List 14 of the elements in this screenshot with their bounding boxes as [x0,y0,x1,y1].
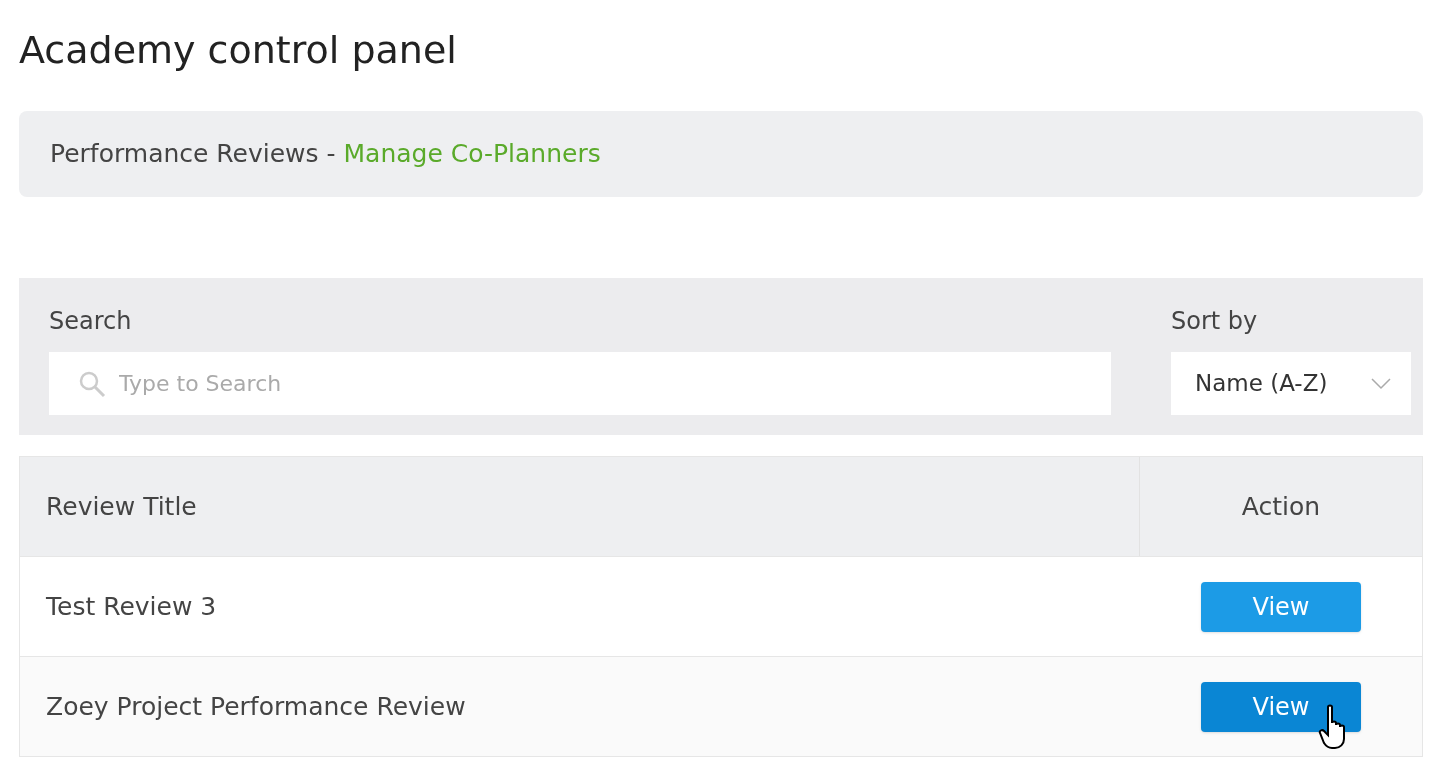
view-button[interactable]: View [1201,681,1361,732]
column-header: Action [1241,490,1321,523]
section-title: Performance Reviews - [50,138,337,171]
search-label: Search [49,306,132,336]
page-title: Academy control panel [19,27,457,74]
sort-label: Sort by [1171,306,1258,336]
search-field[interactable]: Type to Search [49,352,1111,415]
sort-dropdown[interactable]: Name (A-Z) [1171,352,1411,415]
search-icon [77,369,107,399]
review-title: Zoey Project Performance Review [46,690,466,723]
chevron-down-icon [1371,377,1391,390]
column-header: Review Title [46,490,197,523]
table-row[interactable]: Zoey Project Performance Review View [20,656,1422,756]
review-title: Test Review 3 [46,590,217,623]
